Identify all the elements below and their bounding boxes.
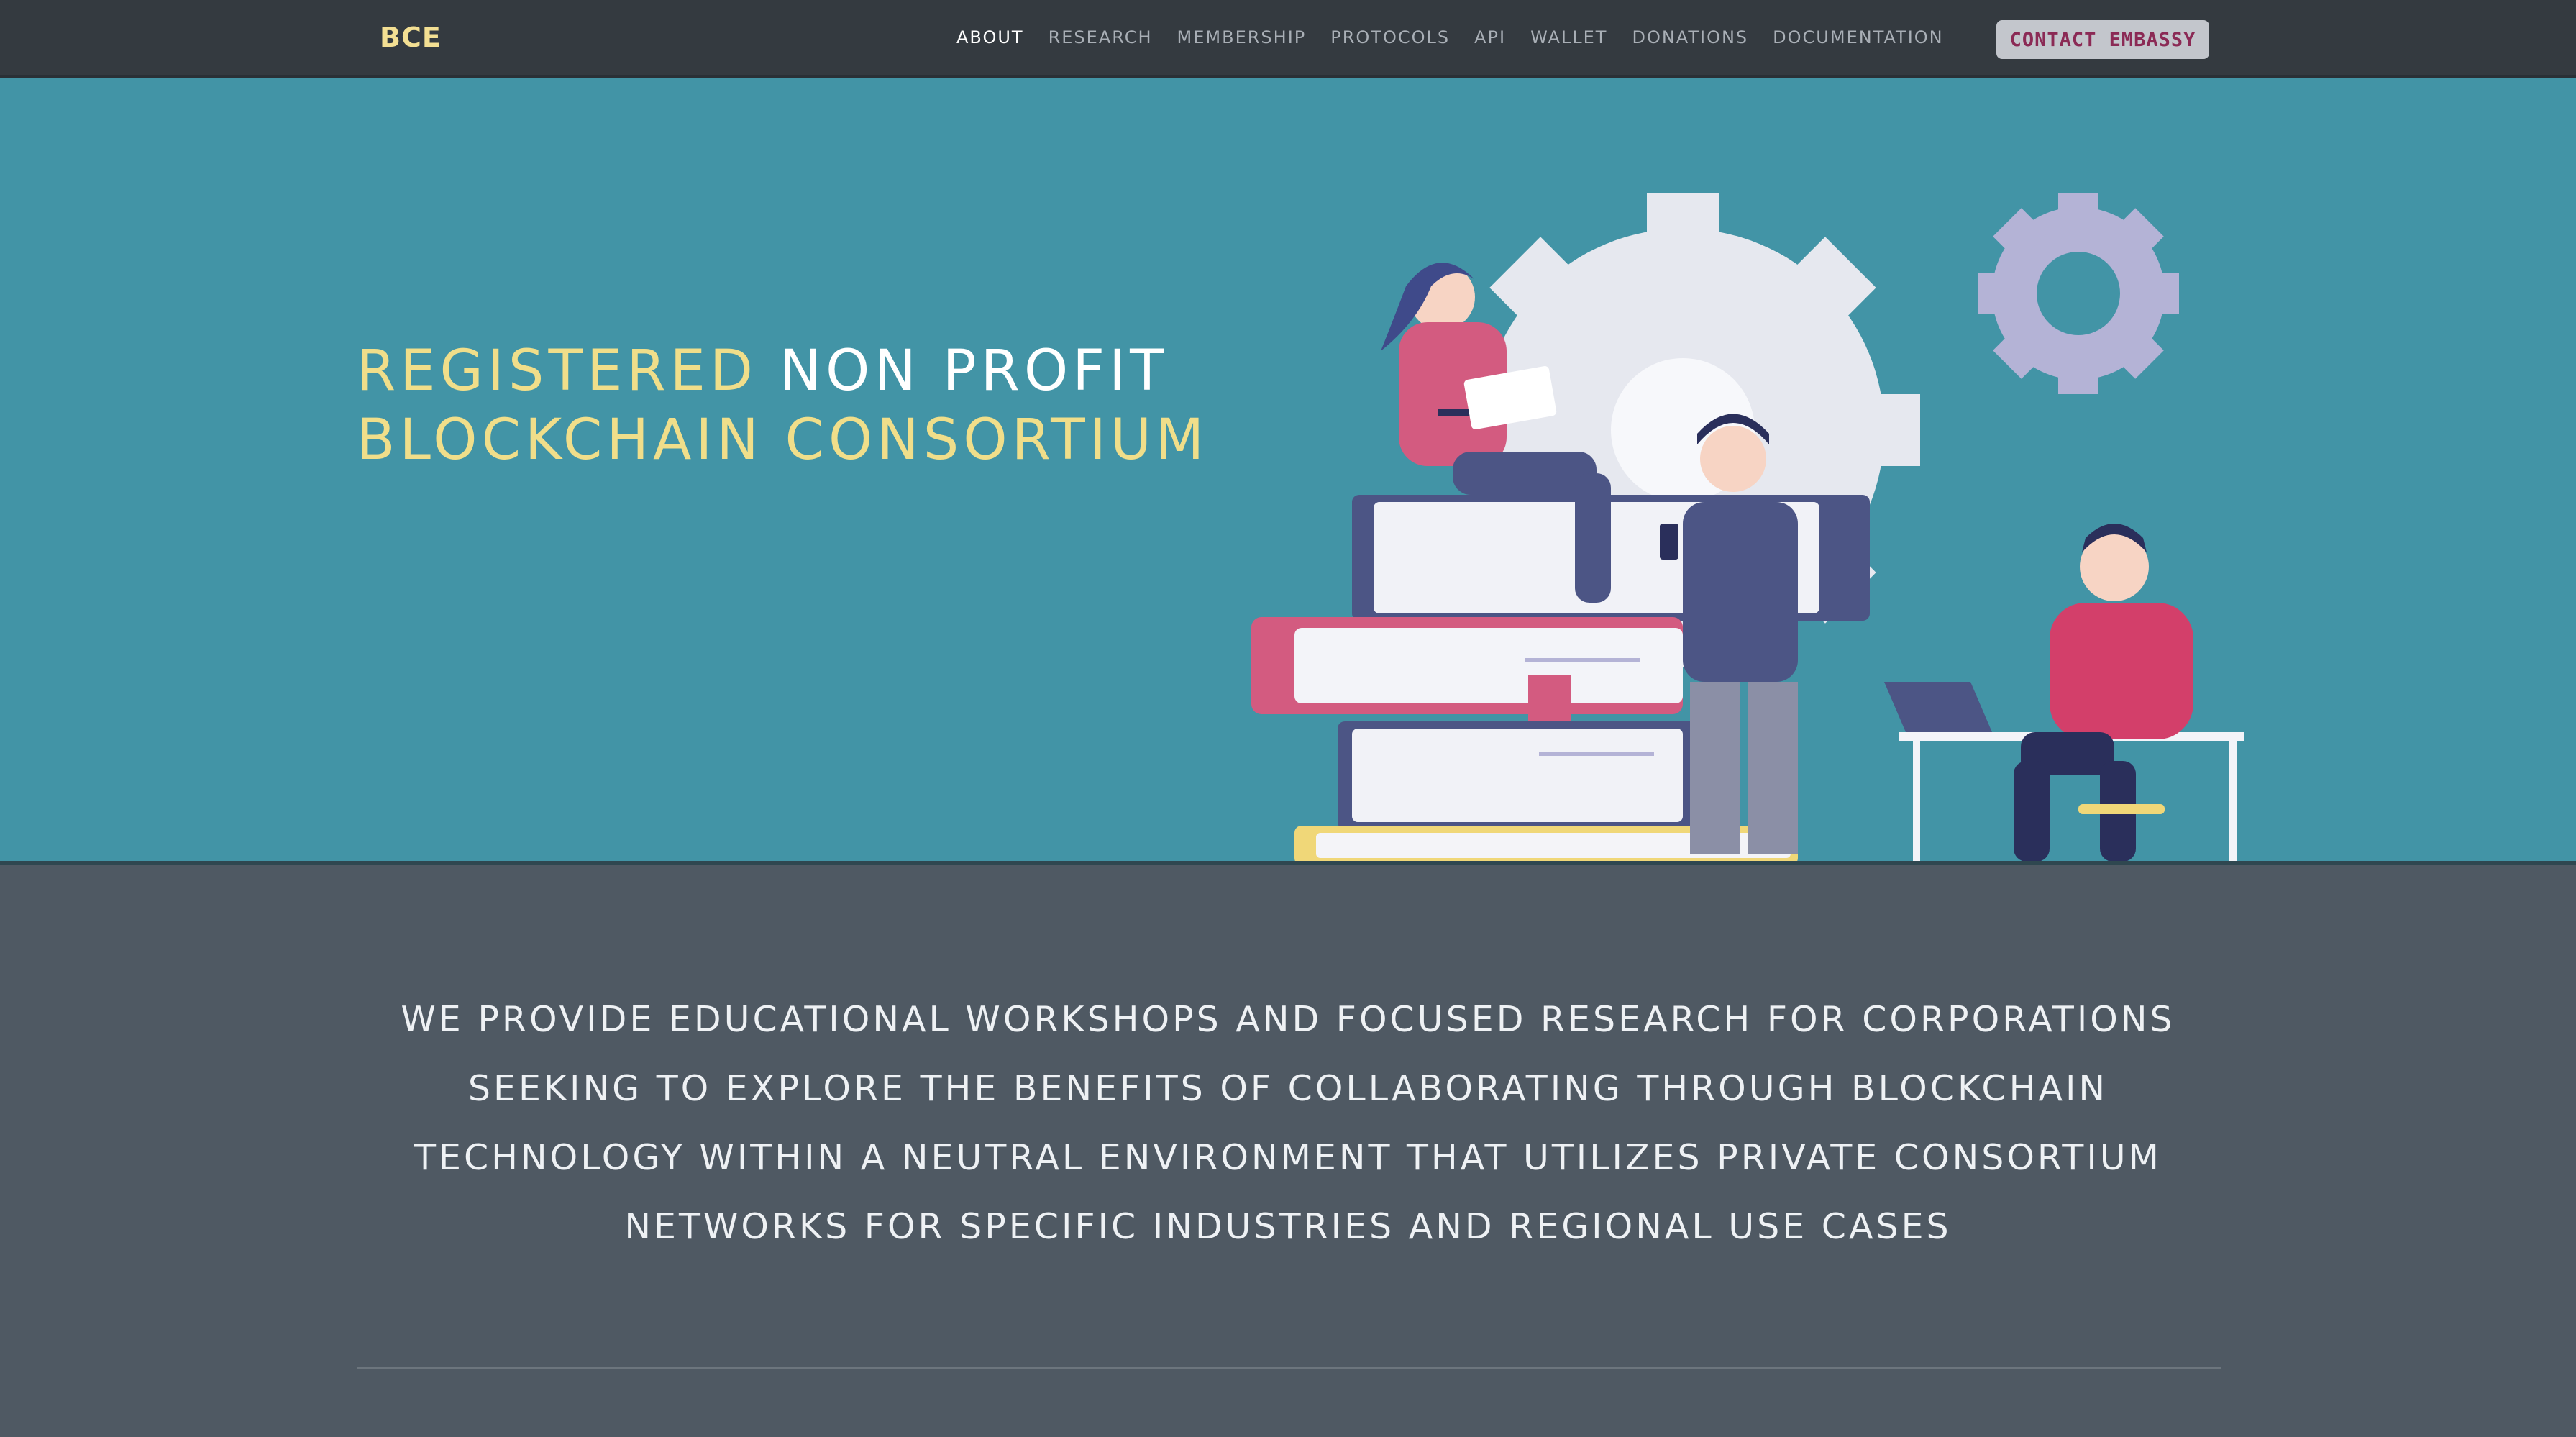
nav-item-api[interactable]: API bbox=[1474, 27, 1506, 47]
small-gear-icon bbox=[1978, 193, 2179, 394]
section-divider bbox=[357, 1367, 2221, 1369]
navbar: BCE ABOUT RESEARCH MEMBERSHIP PROTOCOLS … bbox=[0, 0, 2576, 78]
nav-item-wallet[interactable]: WALLET bbox=[1530, 27, 1607, 47]
hero-title-part1: REGISTERED bbox=[357, 339, 780, 403]
nav-item-membership[interactable]: MEMBERSHIP bbox=[1177, 27, 1307, 47]
nav-item-about[interactable]: ABOUT bbox=[956, 27, 1024, 47]
contact-embassy-button[interactable]: CONTACT EMBASSY bbox=[1996, 20, 2209, 59]
hero-title-part2: NON PROFIT bbox=[779, 339, 1169, 403]
brand-logo[interactable]: BCE bbox=[380, 22, 442, 53]
nav-menu: ABOUT RESEARCH MEMBERSHIP PROTOCOLS API … bbox=[956, 0, 1944, 75]
seated-man-figure bbox=[1884, 524, 2244, 861]
nav-item-documentation[interactable]: DOCUMENTATION bbox=[1773, 27, 1943, 47]
nav-item-donations[interactable]: DONATIONS bbox=[1632, 27, 1748, 47]
nav-item-research[interactable]: RESEARCH bbox=[1049, 27, 1153, 47]
hero-title: REGISTERED NON PROFIT BLOCKCHAIN CONSORTI… bbox=[357, 337, 1208, 475]
nav-item-protocols[interactable]: PROTOCOLS bbox=[1330, 27, 1450, 47]
hero-illustration bbox=[1251, 193, 2244, 861]
hero-title-part3: BLOCKCHAIN CONSORTIUM bbox=[357, 408, 1209, 473]
mission-statement: WE PROVIDE EDUCATIONAL WORKSHOPS AND FOC… bbox=[401, 999, 2175, 1247]
hero-banner: REGISTERED NON PROFIT BLOCKCHAIN CONSORTI… bbox=[0, 78, 2576, 865]
